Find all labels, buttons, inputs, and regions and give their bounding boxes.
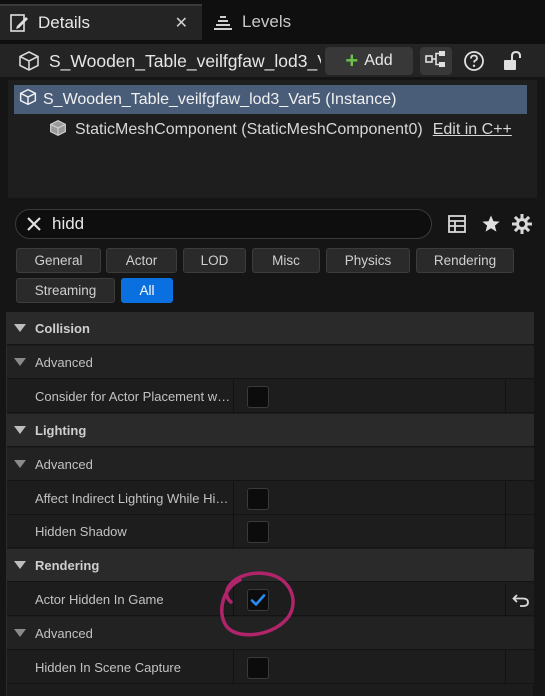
checkbox-hidden-in-scene-capture[interactable] <box>247 657 269 679</box>
column-divider[interactable] <box>233 380 234 413</box>
checkmark-icon <box>250 594 266 606</box>
static-mesh-icon <box>48 119 68 142</box>
filter-chip-all[interactable]: All <box>121 278 173 303</box>
subcategory-collision-advanced[interactable]: Advanced <box>7 346 534 379</box>
filter-chip-streaming[interactable]: Streaming <box>16 278 115 303</box>
unlocked-padlock-icon[interactable] <box>500 49 524 73</box>
column-divider <box>505 380 506 413</box>
property-label: Affect Indirect Lighting While Hidden <box>35 490 231 506</box>
collapse-arrow-icon <box>14 426 26 434</box>
blueprint-button[interactable] <box>420 47 452 75</box>
levels-stack-icon <box>212 11 234 33</box>
column-divider[interactable] <box>233 482 234 515</box>
column-divider <box>505 482 506 515</box>
tab-bar: Details ✕ Levels <box>0 0 545 44</box>
property-label: Actor Hidden In Game <box>35 591 164 607</box>
cube-icon <box>18 50 40 77</box>
property-list: Collision Advanced Consider for Actor Pl… <box>6 312 534 696</box>
search-input[interactable]: hidd <box>15 209 432 239</box>
column-divider <box>505 651 506 684</box>
filter-chip-rendering[interactable]: Rendering <box>416 248 514 273</box>
actor-name[interactable]: S_Wooden_Table_veilfgfaw_lod3_Var5 <box>49 51 321 72</box>
blueprint-hierarchy-icon <box>425 50 447 73</box>
filter-chip-actor[interactable]: Actor <box>106 248 177 273</box>
add-label: Add <box>364 52 393 69</box>
property-row-consider-actor-placement: Consider for Actor Placement when Hidden <box>7 380 534 413</box>
details-header: S_Wooden_Table_veilfgfaw_lod3_Var5 + Add <box>0 44 545 77</box>
tab-details-label: Details <box>38 13 90 32</box>
column-divider[interactable] <box>233 583 234 616</box>
star-icon[interactable] <box>479 212 503 236</box>
collapse-arrow-icon <box>14 629 26 637</box>
property-row-actor-hidden-in-game: Actor Hidden In Game <box>7 583 534 616</box>
plus-icon: + <box>345 48 359 73</box>
collapse-arrow-icon <box>14 324 26 332</box>
property-label: Hidden Shadow <box>35 523 127 539</box>
checkbox-consider-actor-placement[interactable] <box>247 386 269 408</box>
filter-chip-general[interactable]: General <box>16 248 101 273</box>
clear-x-icon[interactable] <box>20 216 48 232</box>
table-grid-icon[interactable] <box>445 212 469 236</box>
tab-details[interactable]: Details ✕ <box>0 4 202 40</box>
column-divider <box>505 583 506 616</box>
tree-row-actor[interactable]: S_Wooden_Table_veilfgfaw_lod3_Var5 (Inst… <box>14 85 527 114</box>
category-lighting[interactable]: Lighting <box>7 414 534 447</box>
property-row-hidden-in-scene-capture: Hidden In Scene Capture <box>7 651 534 684</box>
category-label: Rendering <box>35 557 100 573</box>
property-label: Consider for Actor Placement when Hidden <box>35 388 231 404</box>
subcategory-rendering-advanced[interactable]: Advanced <box>7 617 534 650</box>
column-divider <box>505 515 506 548</box>
category-collision[interactable]: Collision <box>7 312 534 345</box>
tree-component-label: StaticMeshComponent (StaticMeshComponent… <box>75 121 423 138</box>
component-tree: S_Wooden_Table_veilfgfaw_lod3_Var5 (Inst… <box>8 80 537 198</box>
add-component-button[interactable]: + Add <box>325 47 413 75</box>
checkbox-hidden-shadow[interactable] <box>247 521 269 543</box>
checkbox-actor-hidden-in-game[interactable] <box>247 589 269 611</box>
category-rendering[interactable]: Rendering <box>7 549 534 582</box>
property-label: Hidden In Scene Capture <box>35 659 181 675</box>
tab-levels-label: Levels <box>242 12 292 31</box>
collapse-arrow-icon <box>14 460 26 468</box>
pencil-details-icon <box>8 12 30 34</box>
filter-chip-physics[interactable]: Physics <box>326 248 410 273</box>
search-value: hidd <box>52 214 85 233</box>
column-divider[interactable] <box>233 515 234 548</box>
filter-chip-misc[interactable]: Misc <box>252 248 320 273</box>
checkbox-affect-indirect-lighting[interactable] <box>247 488 269 510</box>
column-divider[interactable] <box>233 651 234 684</box>
tree-actor-label: S_Wooden_Table_veilfgfaw_lod3_Var5 (Inst… <box>43 90 397 108</box>
subcategory-label: Advanced <box>35 456 93 472</box>
property-row-hidden-shadow: Hidden Shadow <box>7 515 534 548</box>
property-row-affect-indirect-lighting: Affect Indirect Lighting While Hidden <box>7 482 534 515</box>
subcategory-label: Advanced <box>35 625 93 641</box>
collapse-arrow-icon <box>14 561 26 569</box>
cube-icon <box>19 88 37 111</box>
tree-row-component[interactable]: StaticMeshComponent (StaticMeshComponent… <box>48 116 533 144</box>
collapse-arrow-icon <box>14 358 26 366</box>
category-label: Lighting <box>35 422 87 438</box>
subcategory-lighting-advanced[interactable]: Advanced <box>7 448 534 481</box>
close-icon[interactable]: ✕ <box>175 13 188 33</box>
category-label: Collision <box>35 320 90 336</box>
gear-icon[interactable] <box>510 212 534 236</box>
question-circle-icon[interactable] <box>462 49 486 73</box>
tab-levels[interactable]: Levels <box>204 4 354 40</box>
reset-arrow-icon[interactable] <box>511 590 531 610</box>
edit-in-cpp-link[interactable]: Edit in C++ <box>433 121 512 139</box>
filter-chip-lod[interactable]: LOD <box>183 248 246 273</box>
subcategory-label: Advanced <box>35 354 93 370</box>
